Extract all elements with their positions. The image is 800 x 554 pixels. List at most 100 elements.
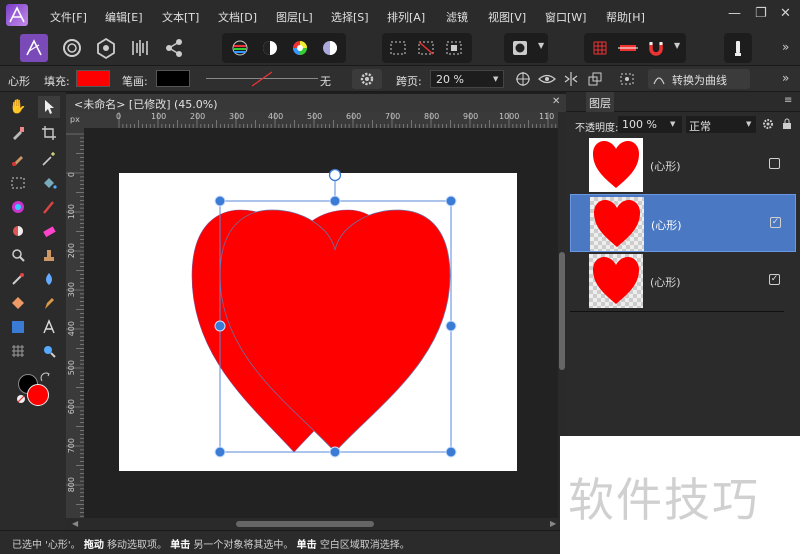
quick-mask-icon[interactable]	[506, 34, 534, 62]
grid-icon[interactable]	[586, 34, 614, 62]
swap-colors-icon[interactable]	[40, 372, 52, 384]
close-document-button[interactable]: ✕	[552, 96, 560, 107]
text-tool-icon[interactable]	[38, 316, 60, 338]
dodge-tool-icon[interactable]	[7, 220, 29, 242]
marquee-tool-icon[interactable]	[7, 172, 29, 194]
settings-gear-button[interactable]	[352, 69, 382, 89]
preview-eye-icon[interactable]	[536, 69, 558, 89]
deselect-icon[interactable]	[412, 34, 440, 62]
layer-visibility-checkbox[interactable]	[769, 158, 780, 169]
vertical-scroll-thumb[interactable]	[559, 252, 565, 370]
canvas[interactable]	[84, 128, 558, 518]
resize-handle[interactable]	[214, 195, 226, 207]
toolbar-overflow-icon[interactable]: »	[782, 40, 789, 54]
rectangle-tool-icon[interactable]	[7, 316, 29, 338]
invert-selection-icon[interactable]	[440, 34, 468, 62]
brush-tool-icon[interactable]	[7, 148, 29, 170]
color-picker-tool-icon[interactable]	[7, 122, 29, 144]
hand-tool-icon[interactable]: ✋	[7, 96, 29, 118]
layer-visibility-checkbox[interactable]: ✓	[769, 274, 780, 285]
photo-persona-button[interactable]	[20, 34, 48, 62]
scroll-left-arrow-icon[interactable]: ◀	[72, 519, 78, 528]
menu-file[interactable]: 文件[F]	[50, 9, 87, 25]
zoom-lens-tool-icon[interactable]	[7, 244, 29, 266]
resize-handle[interactable]	[445, 320, 457, 332]
stroke-color-swatch[interactable]	[156, 70, 190, 87]
horizontal-scrollbar[interactable]: ◀ ▶	[66, 518, 566, 530]
layers-tab[interactable]: 图层	[586, 92, 614, 112]
no-color-icon[interactable]	[16, 394, 26, 404]
geometry-icon[interactable]	[584, 69, 606, 89]
resize-handle[interactable]	[214, 446, 226, 458]
panel-menu-icon[interactable]: ≡	[784, 95, 792, 106]
context-overflow-icon[interactable]: »	[782, 71, 789, 85]
minimize-button[interactable]: —	[728, 6, 741, 21]
move-tool-icon[interactable]	[38, 96, 60, 118]
menu-arrange[interactable]: 排列[A]	[387, 9, 425, 25]
pen-tool-icon[interactable]	[38, 292, 60, 314]
hsl-icon[interactable]	[286, 34, 314, 62]
menu-layer[interactable]: 图层[L]	[276, 9, 313, 25]
layer-settings-gear-icon[interactable]	[762, 118, 774, 130]
crop-tool-icon[interactable]	[38, 122, 60, 144]
span-percent-field[interactable]: 20 % ▼	[430, 70, 504, 88]
scroll-right-arrow-icon[interactable]: ▶	[550, 519, 556, 528]
resize-handle[interactable]	[445, 446, 457, 458]
guides-icon[interactable]	[614, 34, 642, 62]
lock-icon[interactable]	[782, 118, 792, 130]
layer-row-selected[interactable]: (心形) ✓	[570, 194, 796, 252]
snapping-magnet-icon[interactable]	[642, 34, 670, 62]
menu-document[interactable]: 文档[D]	[218, 9, 257, 25]
clone-stamp-tool-icon[interactable]	[38, 244, 60, 266]
magic-wand-tool-icon[interactable]	[38, 148, 60, 170]
menu-text[interactable]: 文本[T]	[162, 9, 199, 25]
menu-help[interactable]: 帮助[H]	[606, 9, 645, 25]
blend-mode-value: 正常	[689, 120, 711, 133]
export-persona-button[interactable]	[160, 34, 188, 62]
flood-fill-tool-icon[interactable]	[38, 172, 60, 194]
convert-to-curves-button[interactable]: 转换为曲线	[648, 69, 750, 89]
menu-edit[interactable]: 编辑[E]	[105, 9, 143, 25]
liquify-persona-button[interactable]	[58, 34, 86, 62]
layer-visibility-checkbox[interactable]: ✓	[770, 217, 781, 228]
develop-persona-button[interactable]	[92, 34, 120, 62]
rotation-handle[interactable]	[328, 168, 342, 182]
mesh-warp-tool-icon[interactable]	[7, 340, 29, 362]
resize-handle[interactable]	[445, 195, 457, 207]
blend-mode-select[interactable]: 正常 ▼	[686, 116, 756, 133]
transform-origin-icon[interactable]	[512, 69, 534, 89]
healing-tool-icon[interactable]	[7, 268, 29, 290]
chevron-down-icon[interactable]: ▼	[674, 41, 680, 50]
resize-handle[interactable]	[329, 446, 341, 458]
black-white-icon[interactable]	[256, 34, 284, 62]
menu-filters[interactable]: 滤镜	[446, 9, 468, 25]
blur-tool-icon[interactable]	[38, 268, 60, 290]
maximize-button[interactable]: ❐	[755, 6, 767, 21]
gradient-tool-icon[interactable]	[7, 196, 29, 218]
layer-row[interactable]: (心形)	[570, 136, 796, 194]
zoom-tool-icon[interactable]	[38, 340, 60, 362]
assistant-icon[interactable]	[724, 34, 752, 62]
paint-brush-tool-icon[interactable]	[38, 196, 60, 218]
white-balance-icon[interactable]	[316, 34, 344, 62]
levels-icon[interactable]	[226, 34, 254, 62]
tone-mapping-persona-button[interactable]	[126, 34, 154, 62]
alignment-icon[interactable]	[560, 69, 582, 89]
shape-tool-icon[interactable]	[7, 292, 29, 314]
document-tab[interactable]: <未命名> [已修改] (45.0%) ✕	[66, 94, 566, 112]
opacity-field[interactable]: 100 % ▼	[618, 116, 682, 133]
eraser-tool-icon[interactable]	[38, 220, 60, 242]
menu-view[interactable]: 视图[V]	[488, 9, 526, 25]
menu-select[interactable]: 选择[S]	[331, 9, 369, 25]
convert-shape-icon[interactable]	[616, 69, 638, 89]
chevron-down-icon[interactable]: ▼	[538, 41, 544, 50]
layer-row[interactable]: (心形) ✓	[570, 252, 796, 310]
primary-color-swatch[interactable]	[27, 384, 49, 406]
fill-color-swatch[interactable]	[76, 70, 110, 87]
resize-handle[interactable]	[214, 320, 226, 332]
select-all-icon[interactable]	[384, 34, 412, 62]
horizontal-scroll-thumb[interactable]	[236, 521, 374, 527]
menu-window[interactable]: 窗口[W]	[545, 9, 586, 25]
resize-handle[interactable]	[329, 195, 341, 207]
close-window-button[interactable]: ✕	[780, 6, 791, 21]
